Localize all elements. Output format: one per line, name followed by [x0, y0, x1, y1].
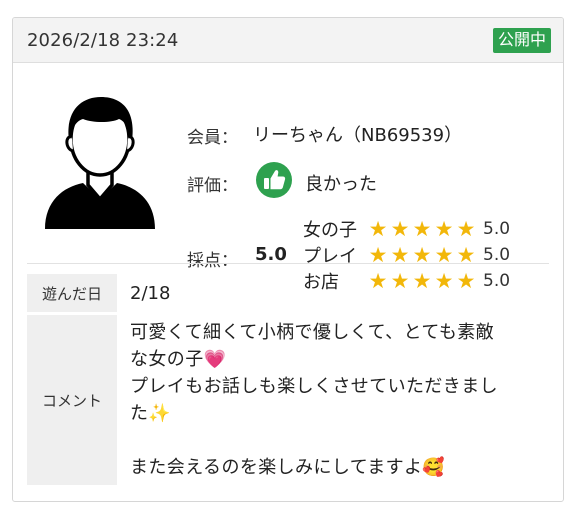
star-rating: ★ ★ ★ ★ ★: [367, 218, 477, 240]
thumbs-up-icon: [256, 162, 292, 198]
review-details: 遊んだ日 2/18 コメント 可愛くて細くて小柄で優しくて、とても素敵 な女の子…: [27, 274, 549, 485]
comment-line: 可愛くて細くて小柄で優しくて、とても素敵: [130, 322, 495, 343]
comment-line: た✨: [130, 403, 172, 424]
comment-line: プレイもお話しも楽しくさせていただきまし: [130, 376, 498, 397]
visit-date-row: 遊んだ日 2/18: [27, 274, 549, 312]
comment-line: な女の子💗: [130, 349, 227, 370]
star-icon: ★: [434, 217, 454, 241]
comment-label: コメント: [27, 315, 117, 485]
comment-row: コメント 可愛くて細くて小柄で優しくて、とても素敵 な女の子💗 プレイもお話しも…: [27, 315, 549, 485]
user-silhouette-icon: [45, 97, 155, 229]
member-label: 会員：: [187, 128, 238, 148]
comment-line: [130, 427, 549, 454]
star-icon: ★: [412, 217, 432, 241]
member-name: リーちゃん（NB69539）: [253, 125, 463, 146]
status-badge: 公開中: [492, 27, 551, 53]
sub-rating-score: 5.0: [483, 245, 511, 265]
comment-text: 可愛くて細くて小柄で優しくて、とても素敵 な女の子💗 プレイもお話しも楽しくさせ…: [117, 315, 549, 485]
sub-rating-label: プレイ: [303, 246, 357, 267]
review-header: 2026/2/18 23:24 公開中: [13, 18, 563, 63]
review-date: 2026/2/18 23:24: [27, 29, 179, 51]
sub-rating-label: 女の子: [303, 220, 357, 241]
star-icon: ★: [456, 217, 476, 241]
star-icon: ★: [390, 217, 410, 241]
score-label: 採点：: [187, 251, 238, 271]
sub-rating-girl: 女の子 ★ ★ ★ ★ ★ 5.0: [303, 217, 510, 241]
visit-date-label: 遊んだ日: [27, 274, 117, 312]
section-divider: [27, 263, 549, 264]
comment-line: また会えるのを楽しみにしてますよ🥰: [130, 457, 446, 478]
review-card: 2026/2/18 23:24 公開中 会員： リーちゃん（NB69539） 評…: [12, 17, 564, 502]
sub-rating-score: 5.0: [483, 219, 511, 239]
visit-date-value: 2/18: [130, 282, 171, 304]
rating-label: 評価：: [187, 176, 238, 196]
review-profile: 会員： リーちゃん（NB69539） 評価： 良かった 採点： 5.0 女の子 …: [13, 63, 563, 293]
score-value: 5.0: [255, 244, 287, 265]
rating-value: 良かった: [305, 174, 377, 195]
star-icon: ★: [368, 217, 388, 241]
